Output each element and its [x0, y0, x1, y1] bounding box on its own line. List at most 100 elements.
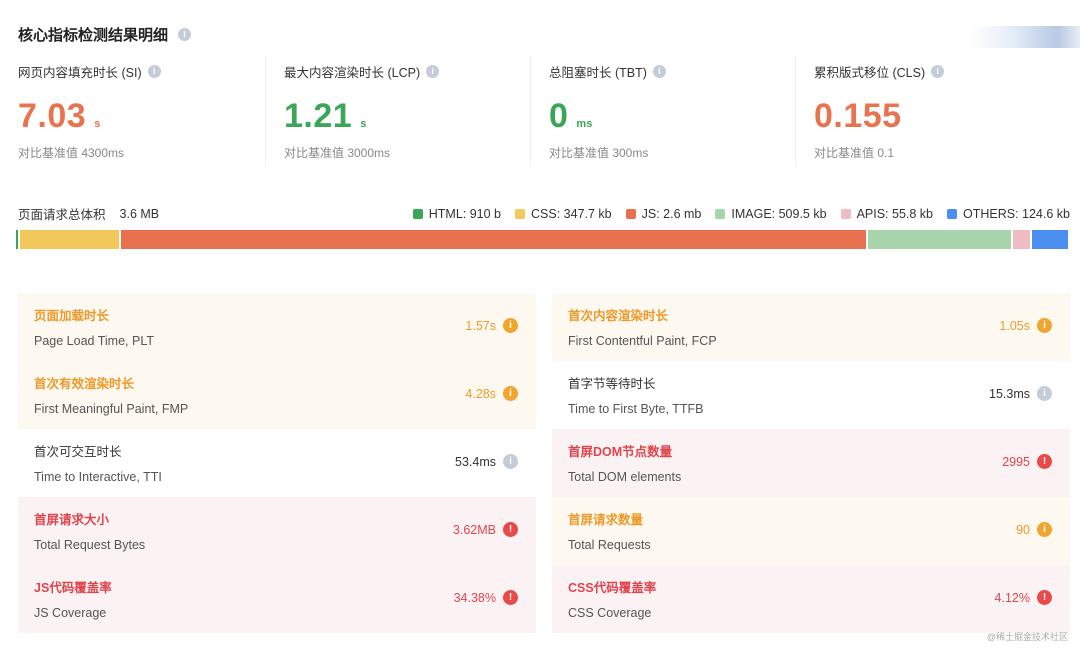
detail-metrics: 页面加载时长 Page Load Time, PLT 1.57s i 首次内容渲染时长 F…: [18, 293, 1070, 633]
metric-baseline: 对比基准值 4300ms: [18, 146, 125, 160]
detail-subtitle: Time to First Byte, TTFB: [568, 402, 704, 416]
detail-value: 3.62MB: [452, 523, 496, 537]
info-icon[interactable]: i: [426, 65, 440, 78]
metric-title: 最大内容渲染时长 (LCP) i: [284, 62, 530, 81]
detail-title: 页面加载时长: [34, 309, 110, 323]
warning-icon[interactable]: i: [503, 386, 518, 401]
resource-legend: HTML: 910 b CSS: 347.7 kb JS: 2.6 mb IMAGE:…: [412, 206, 1070, 221]
info-icon[interactable]: i: [652, 65, 666, 78]
info-icon[interactable]: i: [931, 65, 945, 78]
detail-subtitle: JS Coverage: [34, 606, 107, 620]
detail-value: 2995: [1002, 455, 1030, 469]
legend-swatch: [412, 208, 423, 219]
metric-number: 0.155: [814, 97, 902, 135]
bar-segment: [16, 230, 19, 249]
error-icon[interactable]: !: [503, 590, 518, 605]
metric-number: 1.21: [284, 97, 353, 135]
detail-card: 首屏DOM节点数量 Total DOM elements 2995!: [552, 429, 1070, 497]
metric-baseline: 对比基准值 0.1: [814, 146, 895, 160]
metric-card: 最大内容渲染时长 (LCP) i 1.21 s 对比基准值 3000ms: [265, 56, 530, 166]
metric-card: 网页内容填充时长 (SI) i 7.03 s 对比基准值 4300ms: [0, 56, 265, 166]
detail-value: 4.12%: [994, 591, 1030, 605]
legend-item: IMAGE: 509.5 kb: [715, 206, 827, 221]
detail-card: 首字节等待时长 Time to First Byte, TTFB 15.3ms i: [552, 361, 1070, 429]
detail-value: 4.28s: [465, 387, 496, 401]
metric-title: 总阻塞时长 (TBT) i: [549, 62, 795, 81]
request-size-value: 3.6 MB: [119, 206, 160, 221]
legend-label: CSS: 347.7 kb: [531, 206, 612, 221]
metric-unit: s: [94, 118, 101, 130]
detail-subtitle: Total DOM elements: [568, 470, 682, 484]
metric-title-text: 最大内容渲染时长 (LCP): [284, 66, 421, 80]
section-title: 核心指标检测结果明细: [18, 27, 169, 44]
detail-card: 首次可交互时长 Time to Interactive, TTI 53.4ms i: [18, 429, 536, 497]
error-icon[interactable]: !: [503, 522, 518, 537]
info-icon[interactable]: i: [503, 454, 518, 469]
legend-item: HTML: 910 b: [412, 206, 502, 221]
metric-unit: s: [360, 118, 367, 130]
warning-icon[interactable]: i: [503, 318, 518, 333]
legend-item: CSS: 347.7 kb: [515, 207, 612, 221]
legend-label: OTHERS: 124.6 kb: [963, 206, 1070, 221]
error-icon[interactable]: !: [1037, 590, 1052, 605]
bar-segment: [868, 230, 1011, 249]
detail-title: 首次内容渲染时长: [568, 309, 669, 323]
detail-title: 首屏DOM节点数量: [568, 445, 673, 459]
detail-value: 34.38%: [453, 591, 496, 605]
detail-card: CSS代码覆盖率 CSS Coverage 4.12%!: [552, 565, 1070, 633]
metric-card: 总阻塞时长 (TBT) i 0 ms 对比基准值 300ms: [530, 56, 795, 166]
error-icon[interactable]: !: [1037, 454, 1052, 469]
detail-title: 首次有效渲染时长: [34, 377, 135, 391]
info-icon[interactable]: i: [1037, 386, 1052, 401]
detail-value: 53.4ms: [455, 455, 496, 469]
detail-title: CSS代码覆盖率: [568, 581, 657, 595]
legend-swatch: [625, 208, 636, 219]
legend-item: APIS: 55.8 kb: [840, 206, 933, 221]
detail-subtitle: Total Request Bytes: [34, 538, 146, 552]
detail-value: 1.05s: [999, 319, 1030, 333]
info-icon[interactable]: i: [178, 28, 192, 41]
bar-segment: [1012, 230, 1030, 249]
bar-segment: [1031, 230, 1068, 249]
metric-baseline: 对比基准值 3000ms: [284, 146, 391, 160]
warning-icon[interactable]: i: [1037, 522, 1052, 537]
detail-card: 首屏请求数量 Total Requests 90 i: [552, 497, 1070, 565]
metric-title: 网页内容填充时长 (SI) i: [18, 62, 265, 81]
detail-card: 首屏请求大小 Total Request Bytes 3.62MB!: [18, 497, 536, 565]
core-metrics: 网页内容填充时长 (SI) i 7.03 s 对比基准值 4300ms 最大内容渲染时长 …: [0, 56, 1080, 166]
detail-card: JS代码覆盖率 JS Coverage 34.38%!: [18, 565, 536, 633]
request-size-label: 页面请求总体积: [18, 208, 106, 222]
detail-value: 90: [1016, 523, 1030, 537]
metric-title-text: 累积版式移位 (CLS): [814, 66, 926, 80]
detail-title: 首字节等待时长: [568, 377, 656, 391]
warning-icon[interactable]: i: [1037, 318, 1052, 333]
info-icon[interactable]: i: [147, 65, 161, 78]
metric-unit: ms: [576, 118, 593, 130]
bar-segment: [20, 230, 120, 249]
detail-value: 15.3ms: [989, 387, 1030, 401]
metric-value: 0.155: [814, 97, 1060, 136]
detail-card: 首次内容渲染时长 First Contentful Paint, FCP 1.05s…: [552, 293, 1070, 361]
detail-title: 首次可交互时长: [34, 445, 122, 459]
legend-label: APIS: 55.8 kb: [856, 206, 933, 221]
detail-subtitle: Time to Interactive, TTI: [34, 470, 162, 484]
legend-swatch: [947, 208, 957, 219]
detail-title: 首屏请求大小: [34, 513, 110, 527]
detail-card: 页面加载时长 Page Load Time, PLT 1.57s i: [18, 293, 536, 361]
watermark: @稀土掘金技术社区: [986, 632, 1068, 642]
bar-segment: [121, 230, 867, 249]
legend-label: HTML: 910 b: [428, 206, 502, 221]
metric-card: 累积版式移位 (CLS) i 0.155 对比基准值 0.1: [795, 56, 1060, 166]
legend-item: OTHERS: 124.6 kb: [947, 207, 1070, 221]
legend-swatch: [840, 208, 851, 219]
legend-item: JS: 2.6 mb: [625, 207, 701, 221]
legend-label: IMAGE: 509.5 kb: [731, 206, 827, 221]
metric-title-text: 总阻塞时长 (TBT): [549, 66, 647, 80]
metric-number: 7.03: [18, 97, 87, 135]
resource-size-bar: [16, 230, 1070, 249]
metric-value: 0 ms: [549, 97, 795, 136]
legend-swatch: [715, 208, 726, 219]
legend-swatch: [515, 208, 526, 219]
detail-subtitle: CSS Coverage: [568, 606, 652, 620]
section-header: 核心指标检测结果明细 i: [18, 24, 192, 45]
